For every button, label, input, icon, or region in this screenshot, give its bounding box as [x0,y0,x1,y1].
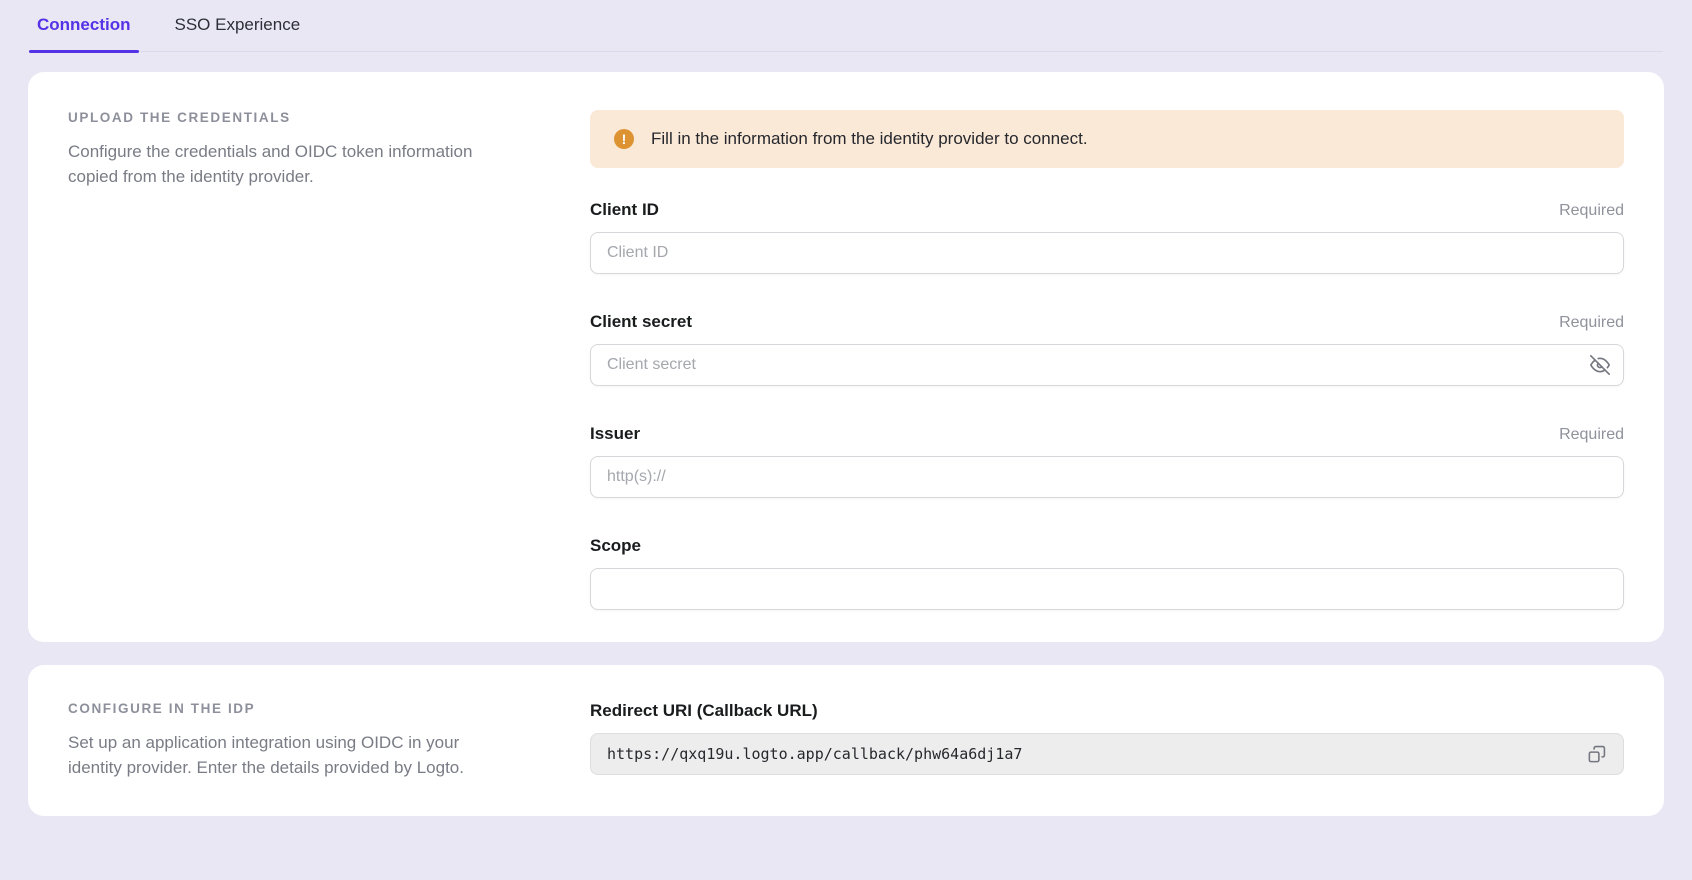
client-id-label: Client ID [590,200,659,220]
required-badge: Required [1559,426,1624,444]
scope-label: Scope [590,536,641,556]
client-id-input[interactable] [590,232,1624,274]
client-secret-label: Client secret [590,312,692,332]
tab-sso-experience[interactable]: SSO Experience [167,0,309,51]
redirect-uri-value: https://qxq19u.logto.app/callback/phw64a… [607,745,1022,763]
field-client-id: Client ID Required [590,200,1624,274]
section-title: UPLOAD THE CREDENTIALS [68,110,518,125]
toggle-secret-visibility-button[interactable] [1582,349,1618,381]
section-title: CONFIGURE IN THE IDP [68,701,518,716]
required-badge: Required [1559,202,1624,220]
section-description: Configure the credentials and OIDC token… [68,139,488,189]
tab-bar: Connection SSO Experience [29,0,1663,52]
idp-card-intro: CONFIGURE IN THE IDP Set up an applicati… [68,701,518,780]
field-issuer: Issuer Required [590,424,1624,498]
redirect-uri-label: Redirect URI (Callback URL) [590,701,1624,721]
credentials-card-intro: UPLOAD THE CREDENTIALS Configure the cre… [68,110,518,189]
redirect-uri-field: https://qxq19u.logto.app/callback/phw64a… [590,733,1624,775]
credentials-card: UPLOAD THE CREDENTIALS Configure the cre… [28,72,1664,642]
issuer-label: Issuer [590,424,640,444]
section-description: Set up an application integration using … [68,730,488,780]
field-scope: Scope [590,536,1624,610]
scope-input[interactable] [590,568,1624,610]
issuer-input[interactable] [590,456,1624,498]
warning-icon: ! [614,129,634,149]
eye-off-icon [1590,355,1610,375]
idp-card: CONFIGURE IN THE IDP Set up an applicati… [28,665,1664,816]
field-client-secret: Client secret Required [590,312,1624,386]
required-badge: Required [1559,314,1624,332]
idp-details: Redirect URI (Callback URL) https://qxq1… [590,701,1624,775]
tab-connection[interactable]: Connection [29,0,139,51]
info-banner: ! Fill in the information from the ident… [590,110,1624,168]
info-banner-text: Fill in the information from the identit… [651,129,1088,149]
copy-icon [1587,745,1606,764]
credentials-form: ! Fill in the information from the ident… [590,110,1624,610]
client-secret-input[interactable] [590,344,1624,386]
copy-button[interactable] [1579,738,1613,770]
